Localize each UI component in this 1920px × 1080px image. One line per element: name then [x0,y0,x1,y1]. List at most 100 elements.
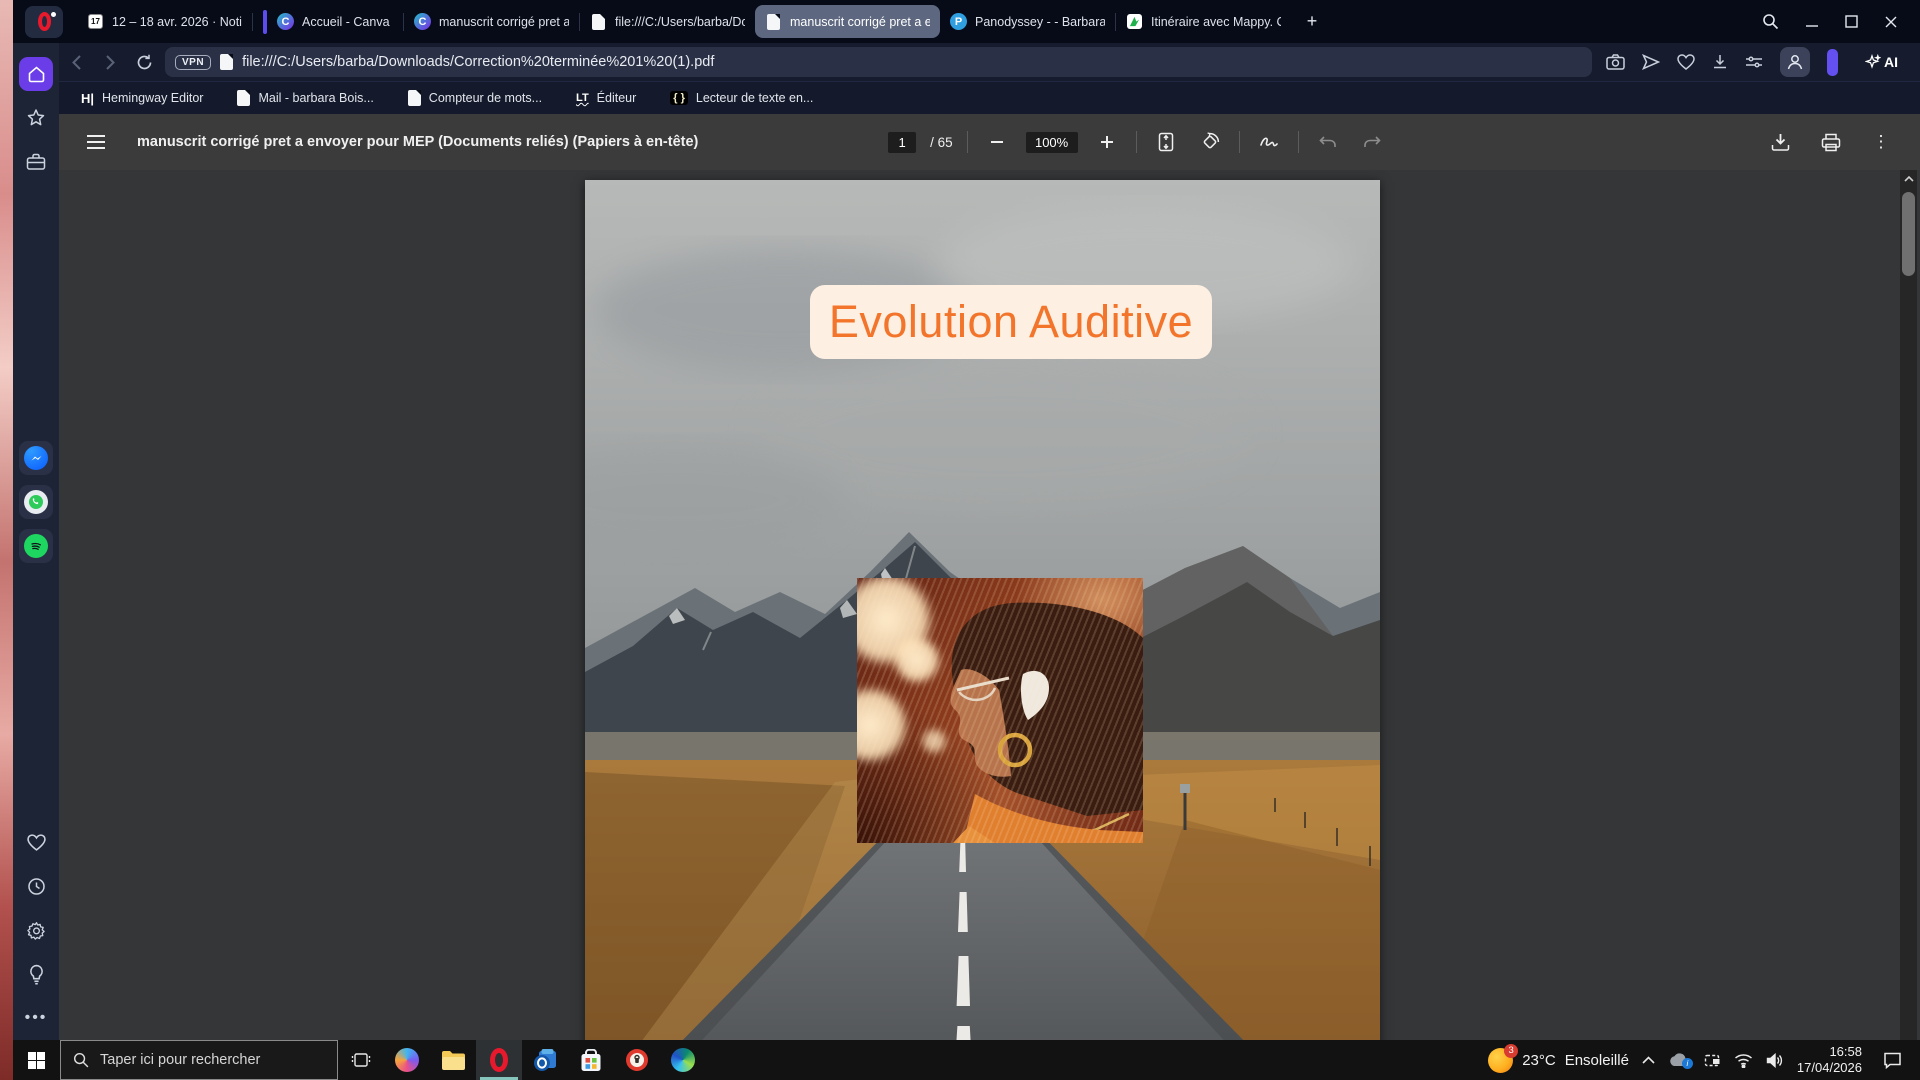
bookmark-editeur[interactable]: LT Éditeur [576,91,636,105]
pdf-content-area: Evolution Auditive [59,170,1920,1040]
vpn-badge[interactable]: VPN [175,55,211,70]
photo-texture-overlay [857,578,1143,843]
notion-calendar-icon: 17 [87,13,104,30]
braces-icon: { } [670,91,688,105]
heart-icon[interactable] [19,825,53,859]
lock-app-icon[interactable] [614,1040,660,1080]
volume-icon[interactable] [1766,1053,1784,1068]
forward-button[interactable] [93,47,127,77]
copilot-icon[interactable] [384,1040,430,1080]
spotify-icon[interactable] [19,529,53,563]
edge-icon[interactable] [660,1040,706,1080]
scrollbar-thumb[interactable] [1902,192,1915,276]
clock[interactable]: 16:58 17/04/2026 [1797,1044,1862,1076]
address-bar-row: VPN file:///C:/Users/barba/Downloads/Cor… [59,43,1920,81]
whatsapp-icon[interactable] [19,485,53,519]
tab-manuscrit-active[interactable]: manuscrit corrigé pret a e [755,5,940,38]
hemingway-icon: H| [81,91,94,106]
file-icon [590,13,607,30]
tab-notion[interactable]: 17 12 – 18 avr. 2026 · Notion [77,5,252,38]
start-button[interactable] [13,1040,59,1080]
tune-icon[interactable] [1745,55,1763,69]
file-icon [408,90,421,106]
sparkle-icon [1865,54,1881,70]
tab-canva-home[interactable]: C Accueil - Canva [253,5,403,38]
search-icon[interactable] [1762,13,1779,30]
store-icon[interactable] [568,1040,614,1080]
settings-icon[interactable] [19,913,53,947]
bookmark-mail[interactable]: Mail - barbara Bois... [237,90,373,106]
file-icon [237,90,250,106]
history-icon[interactable] [19,869,53,903]
close-button[interactable] [1884,15,1898,29]
weather-temp: 23°C [1522,1052,1556,1069]
bookmark-hemingway[interactable]: H| Hemingway Editor [81,91,203,106]
reload-button[interactable] [127,47,161,77]
browser-window: 17 12 – 18 avr. 2026 · Notion C Accueil … [13,0,1920,1040]
pdf-page: Evolution Auditive [585,180,1380,1040]
taskbar-search-input[interactable]: Taper ici pour rechercher [60,1040,338,1080]
star-icon[interactable] [19,101,53,135]
maximize-button[interactable] [1845,15,1858,28]
print-icon[interactable] [1816,127,1846,157]
page-number-input[interactable]: 1 [888,132,916,153]
annotate-icon[interactable] [1254,127,1284,157]
tab-panodyssey[interactable]: P Panodyssey - - Barbara W [940,5,1115,38]
explorer-icon[interactable] [430,1040,476,1080]
task-view-icon[interactable] [338,1040,384,1080]
send-icon[interactable] [1642,54,1660,70]
notification-dot [51,12,56,17]
url-text[interactable]: file:///C:/Users/barba/Downloads/Correct… [242,54,1582,70]
file-icon [220,54,233,70]
redo-icon[interactable] [1357,127,1387,157]
messenger-icon[interactable] [19,441,53,475]
tab-mappy[interactable]: Itinéraire avec Mappy. Co [1116,5,1291,38]
zoom-out-button[interactable] [982,127,1012,157]
opera-logo-icon [38,12,51,31]
cover-title: Evolution Auditive [829,296,1193,348]
lightbulb-icon[interactable] [19,957,53,991]
briefcase-icon[interactable] [19,145,53,179]
heart-icon[interactable] [1677,54,1695,70]
wifi-icon[interactable] [1734,1053,1753,1068]
weather-widget[interactable]: 3 23°C Ensoleillé [1488,1048,1629,1073]
clock-date: 17/04/2026 [1797,1060,1862,1076]
undo-icon[interactable] [1313,127,1343,157]
purple-extension-icon[interactable] [1827,49,1838,76]
bookmarks-bar: H| Hemingway Editor Mail - barbara Bois.… [59,81,1920,114]
minimize-button[interactable] [1805,15,1819,29]
profile-button[interactable] [1780,47,1810,77]
download-icon[interactable] [1766,127,1796,157]
file-icon [765,13,782,30]
aria-ai-button[interactable]: AI [1855,49,1908,75]
fit-page-icon[interactable] [1151,127,1181,157]
address-field[interactable]: VPN file:///C:/Users/barba/Downloads/Cor… [165,47,1592,77]
opera-menu-button[interactable] [25,6,63,38]
back-button[interactable] [59,47,93,77]
download-icon[interactable] [1712,54,1728,70]
weather-condition: Ensoleillé [1565,1052,1629,1069]
rotate-icon[interactable] [1195,127,1225,157]
tab-canva-manuscrit[interactable]: C manuscrit corrigé pret a e [404,5,579,38]
bookmark-lecteur[interactable]: { } Lecteur de texte en... [670,91,813,105]
menu-icon[interactable] [81,127,111,157]
tab-group-indicator [263,10,267,34]
tab-file-pdf[interactable]: file:///C:/Users/barba/Dow [580,5,755,38]
home-icon[interactable] [19,57,53,91]
cast-icon[interactable] [1703,1053,1721,1068]
scroll-up-arrow[interactable] [1900,172,1917,186]
onedrive-icon[interactable]: i [1668,1053,1690,1067]
more-dots-icon[interactable]: ••• [19,1001,53,1035]
action-center-icon[interactable] [1875,1052,1910,1069]
languagetool-icon: LT [576,92,589,104]
camera-icon[interactable] [1606,54,1625,70]
scrollbar[interactable] [1900,170,1917,1040]
more-vert-icon[interactable]: ⋮ [1866,127,1896,157]
chevron-up-icon[interactable] [1642,1056,1655,1064]
bookmark-compteur[interactable]: Compteur de mots... [408,90,542,106]
new-tab-button[interactable]: + [1299,9,1325,35]
zoom-in-button[interactable] [1092,127,1122,157]
outlook-icon[interactable] [522,1040,568,1080]
opera-icon[interactable] [476,1040,522,1080]
tab-strip: 17 12 – 18 avr. 2026 · Notion C Accueil … [13,0,1920,43]
